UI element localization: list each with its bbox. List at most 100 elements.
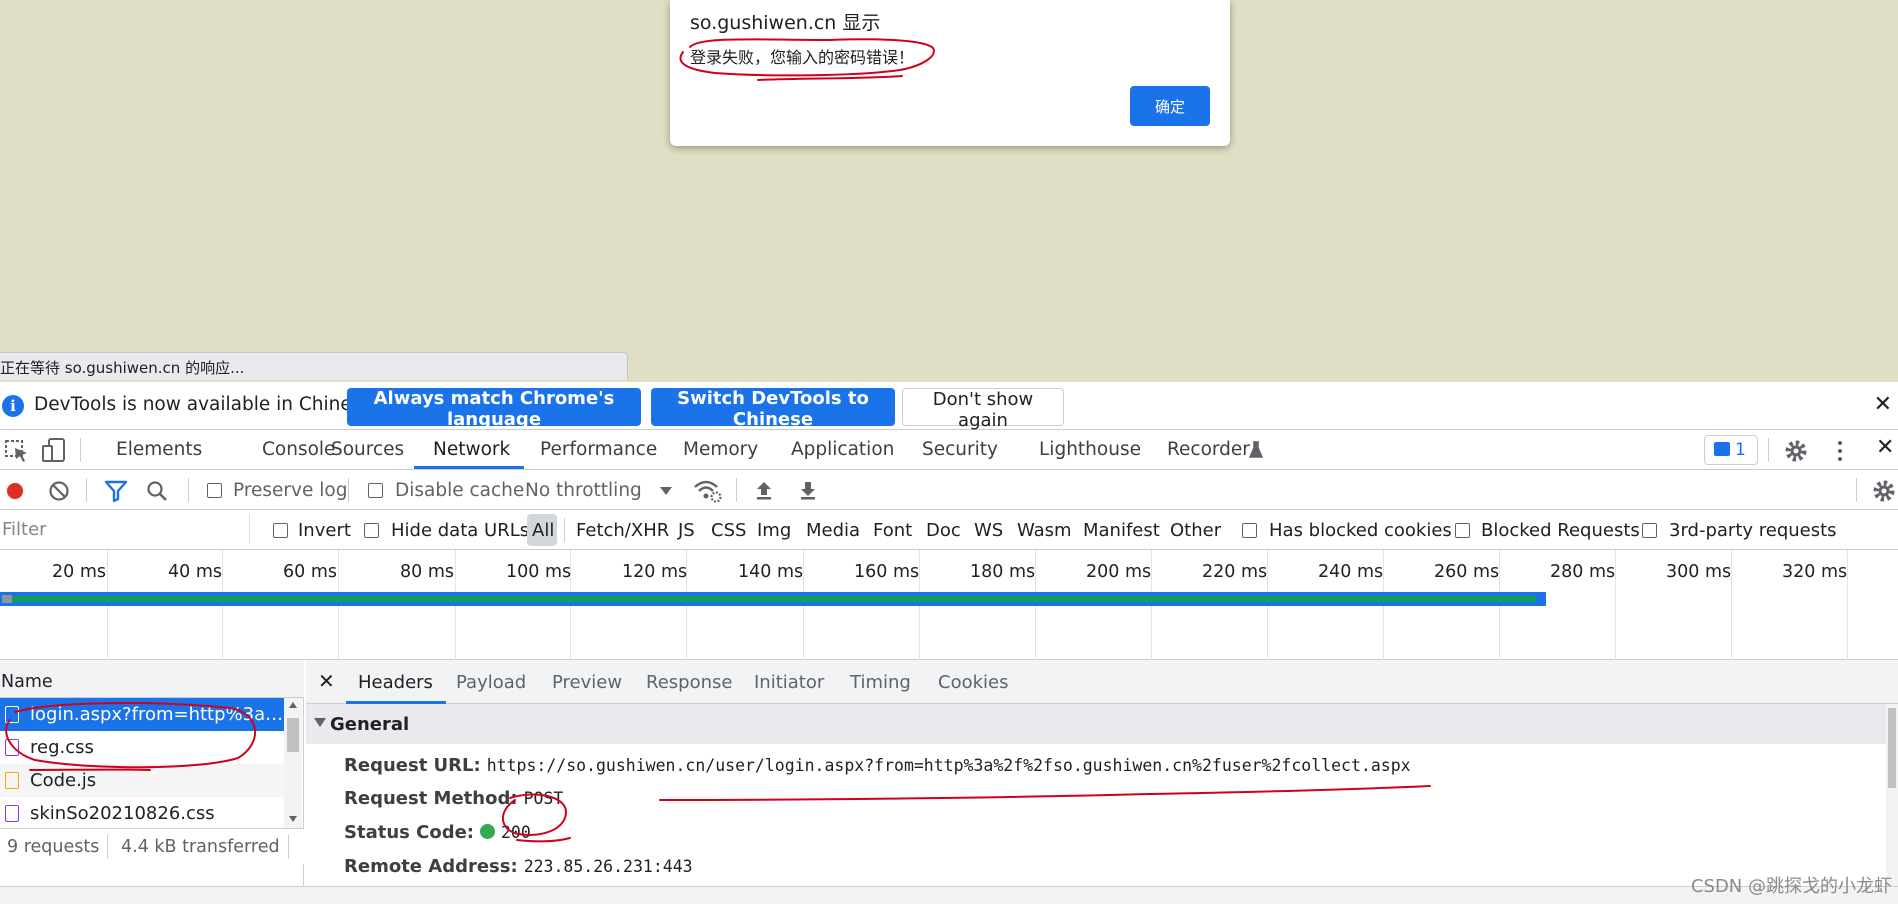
hide-data-urls-label: Hide data URLs bbox=[391, 520, 530, 541]
tab-application[interactable]: Application bbox=[791, 439, 894, 460]
network-overview-timeline[interactable]: 20 ms 40 ms 60 ms 80 ms 100 ms 120 ms 14… bbox=[0, 550, 1898, 660]
request-row[interactable]: reg.css bbox=[0, 731, 284, 764]
timeline-tick-label: 240 ms bbox=[1318, 562, 1384, 582]
type-filter-ws[interactable]: WS bbox=[974, 520, 1003, 541]
tab-initiator[interactable]: Initiator bbox=[754, 672, 824, 693]
request-list-scrollbar[interactable] bbox=[284, 698, 302, 828]
clear-log-icon[interactable] bbox=[48, 480, 70, 502]
invert-label: Invert bbox=[298, 520, 351, 541]
blocked-requests-checkbox[interactable] bbox=[1455, 523, 1470, 538]
close-details-icon[interactable]: ✕ bbox=[318, 669, 335, 693]
tab-preview[interactable]: Preview bbox=[552, 672, 622, 693]
timeline-tick-label: 160 ms bbox=[854, 562, 920, 582]
type-filter-wasm[interactable]: Wasm bbox=[1017, 520, 1072, 541]
type-filter-font[interactable]: Font bbox=[873, 520, 912, 541]
close-devtools-icon[interactable]: ✕ bbox=[1876, 435, 1894, 460]
status-code-row: Status Code: 200 bbox=[344, 822, 531, 843]
scroll-up-arrow-icon[interactable] bbox=[289, 702, 297, 708]
scrollbar-thumb[interactable] bbox=[287, 718, 299, 752]
tab-headers[interactable]: Headers bbox=[358, 672, 433, 693]
remote-address-value: 223.85.26.231:443 bbox=[523, 857, 693, 876]
request-row[interactable]: Code.js bbox=[0, 764, 284, 797]
timeline-tick-label: 260 ms bbox=[1434, 562, 1500, 582]
type-filter-all[interactable]: All bbox=[532, 520, 554, 541]
network-settings-gear-icon[interactable] bbox=[1872, 479, 1896, 503]
tab-network[interactable]: Network bbox=[433, 439, 510, 460]
waterfall-queue-segment bbox=[2, 595, 12, 603]
request-details: ✕ Headers Payload Preview Response Initi… bbox=[306, 660, 1898, 904]
tab-cookies[interactable]: Cookies bbox=[938, 672, 1008, 693]
grid-line bbox=[1731, 550, 1732, 660]
document-file-icon bbox=[5, 706, 19, 723]
tab-response[interactable]: Response bbox=[646, 672, 732, 693]
always-match-language-button[interactable]: Always match Chrome's language bbox=[347, 388, 641, 430]
detail-tab-bar: ✕ Headers Payload Preview Response Initi… bbox=[306, 660, 1898, 704]
alert-ok-button[interactable]: 确定 bbox=[1130, 86, 1210, 126]
type-filter-js[interactable]: JS bbox=[678, 520, 695, 541]
request-name: login.aspx?from=http%3a%2f... bbox=[30, 704, 284, 725]
type-filter-css[interactable]: CSS bbox=[711, 520, 746, 541]
tab-payload[interactable]: Payload bbox=[456, 672, 526, 693]
import-har-upload-icon[interactable] bbox=[753, 479, 775, 501]
tab-security[interactable]: Security bbox=[922, 439, 998, 460]
script-file-icon bbox=[5, 772, 19, 789]
network-conditions-wifi-icon[interactable] bbox=[693, 478, 723, 504]
grid-line bbox=[1847, 550, 1848, 660]
disable-cache-label: Disable cache bbox=[395, 480, 525, 501]
request-row[interactable]: login.aspx?from=http%3a%2f... bbox=[0, 698, 284, 731]
timeline-tick-label: 20 ms bbox=[52, 562, 106, 582]
disable-cache-checkbox[interactable] bbox=[368, 483, 383, 498]
status-bubble: 正在等待 so.gushiwen.cn 的响应... bbox=[0, 352, 628, 380]
name-column-header[interactable]: Name bbox=[0, 660, 304, 698]
preserve-log-checkbox[interactable] bbox=[207, 483, 222, 498]
export-har-download-icon[interactable] bbox=[797, 479, 819, 501]
third-party-requests-checkbox[interactable] bbox=[1642, 523, 1657, 538]
type-filter-other[interactable]: Other bbox=[1170, 520, 1221, 541]
type-filter-manifest[interactable]: Manifest bbox=[1083, 520, 1160, 541]
tab-timing[interactable]: Timing bbox=[850, 672, 911, 693]
invert-checkbox[interactable] bbox=[273, 523, 288, 538]
scrollbar-thumb[interactable] bbox=[1888, 708, 1896, 788]
record-stop-icon[interactable] bbox=[4, 480, 26, 502]
tab-sources[interactable]: Sources bbox=[331, 439, 404, 460]
stylesheet-file-icon bbox=[5, 805, 19, 822]
more-options-icon[interactable] bbox=[1834, 439, 1846, 463]
separator bbox=[188, 478, 189, 502]
infobar-close-icon[interactable]: ✕ bbox=[1874, 392, 1892, 417]
timeline-tick-label: 320 ms bbox=[1782, 562, 1848, 582]
search-icon[interactable] bbox=[146, 480, 168, 502]
separator bbox=[288, 835, 289, 859]
timeline-tick-label: 60 ms bbox=[283, 562, 337, 582]
scroll-down-arrow-icon[interactable] bbox=[289, 816, 297, 822]
filter-funnel-icon[interactable] bbox=[104, 480, 128, 502]
type-filter-media[interactable]: Media bbox=[806, 520, 860, 541]
issues-counter-button[interactable]: 1 bbox=[1704, 435, 1758, 465]
language-infobar: i DevTools is now available in Chinese! … bbox=[0, 382, 1898, 431]
type-filter-doc[interactable]: Doc bbox=[926, 520, 961, 541]
filter-input[interactable] bbox=[0, 514, 250, 544]
has-blocked-cookies-checkbox[interactable] bbox=[1242, 523, 1257, 538]
tab-performance[interactable]: Performance bbox=[540, 439, 657, 460]
tab-recorder[interactable]: Recorder bbox=[1167, 439, 1250, 460]
type-filter-img[interactable]: Img bbox=[757, 520, 791, 541]
timeline-tick-label: 280 ms bbox=[1550, 562, 1616, 582]
alert-message: 登录失败，您输入的密码错误！ bbox=[690, 48, 915, 67]
tab-console[interactable]: Console bbox=[262, 439, 335, 460]
switch-to-chinese-button[interactable]: Switch DevTools to Chinese bbox=[651, 388, 895, 430]
request-row[interactable]: skinSo20210826.css bbox=[0, 797, 284, 828]
network-split-view: Name login.aspx?from=http%3a%2f... reg.c… bbox=[0, 660, 1898, 904]
hide-data-urls-checkbox[interactable] bbox=[364, 523, 379, 538]
device-toolbar-icon[interactable] bbox=[40, 436, 68, 464]
general-section-header[interactable]: General bbox=[306, 704, 1886, 744]
inspect-element-icon[interactable] bbox=[3, 436, 31, 464]
type-filter-fetch-xhr[interactable]: Fetch/XHR bbox=[576, 520, 669, 541]
tab-lighthouse[interactable]: Lighthouse bbox=[1039, 439, 1141, 460]
throttling-select[interactable]: No throttling bbox=[525, 480, 642, 501]
tab-memory[interactable]: Memory bbox=[683, 439, 758, 460]
timeline-tick-label: 140 ms bbox=[738, 562, 804, 582]
infobar-text: DevTools is now available in Chinese! bbox=[34, 394, 381, 415]
dont-show-again-button[interactable]: Don't show again bbox=[902, 388, 1064, 431]
tab-elements[interactable]: Elements bbox=[116, 439, 202, 460]
throttling-chevron-down-icon[interactable] bbox=[660, 487, 672, 495]
settings-gear-icon[interactable] bbox=[1784, 439, 1808, 463]
